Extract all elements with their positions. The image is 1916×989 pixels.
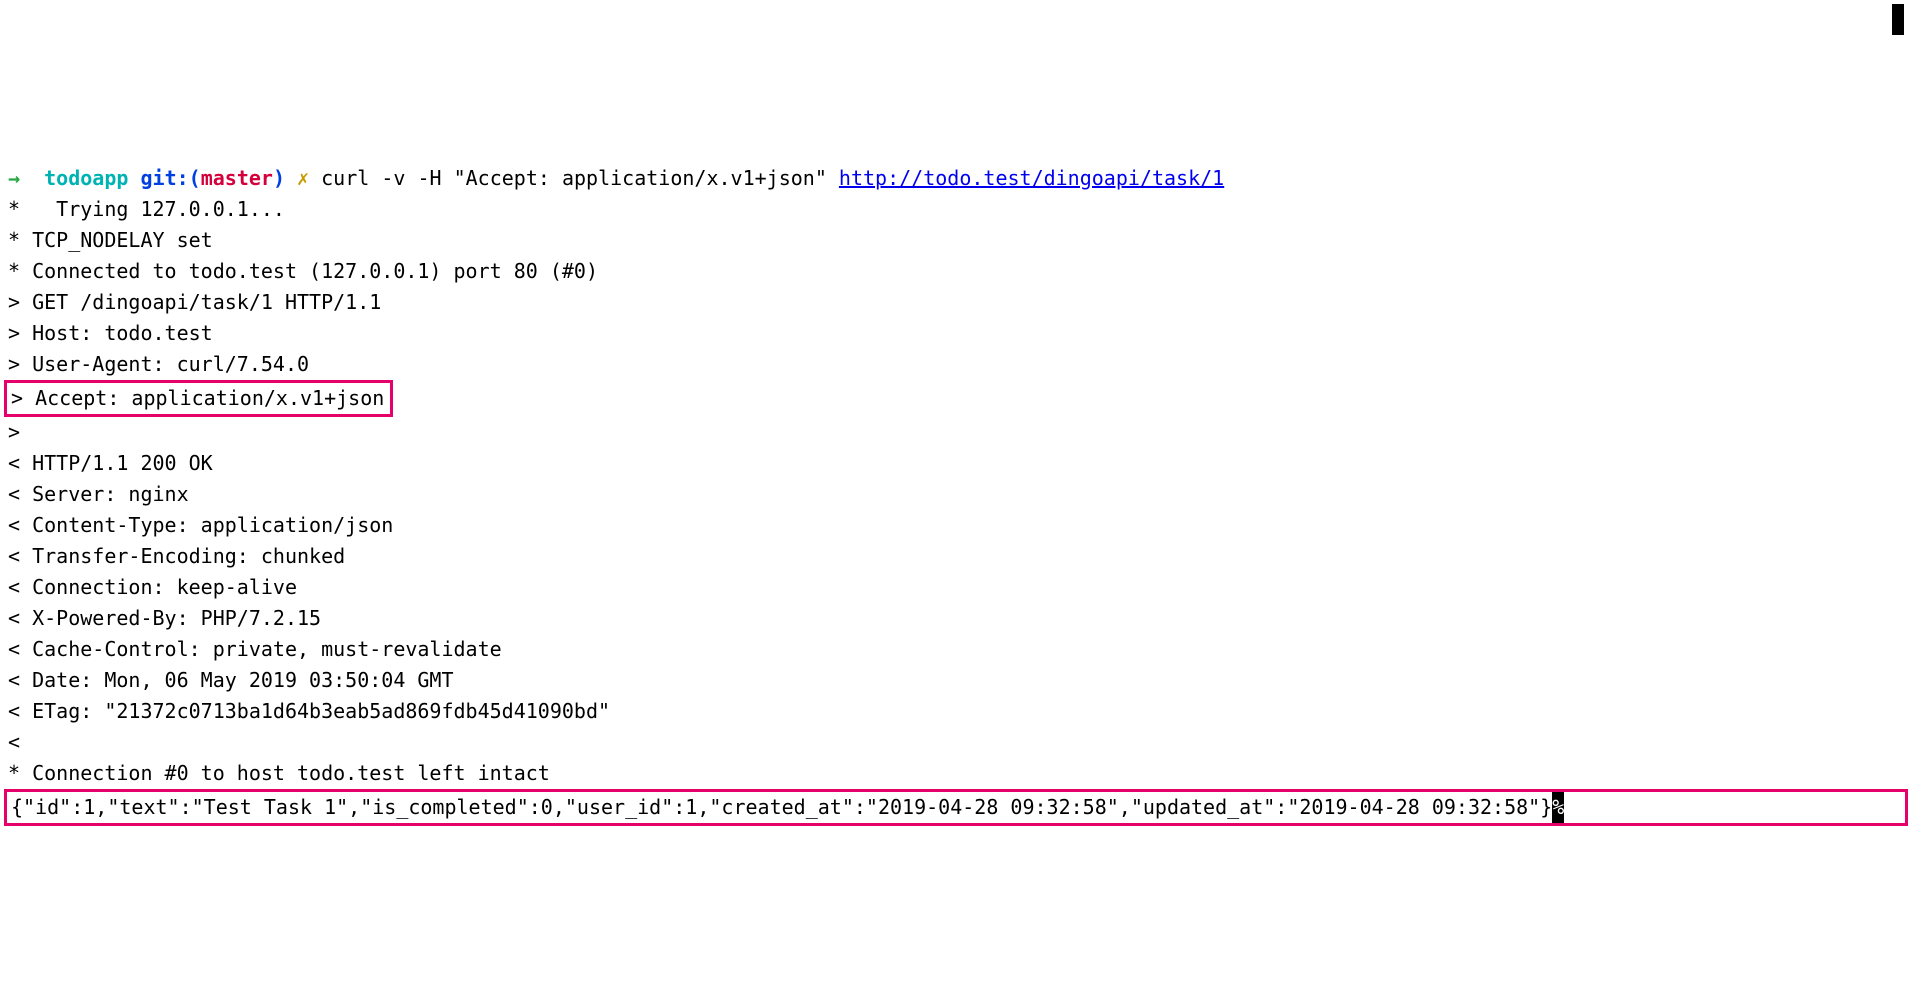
prompt-paren-open: (: [189, 166, 201, 190]
output-line: < Connection: keep-alive: [8, 575, 297, 599]
prompt-git-branch: master: [201, 166, 273, 190]
output-line: * Connection #0 to host todo.test left i…: [8, 761, 550, 785]
prompt-arrow: →: [8, 166, 20, 190]
output-line: > Host: todo.test: [8, 321, 213, 345]
output-line: < Content-Type: application/json: [8, 513, 393, 537]
prompt-dir: todoapp: [44, 166, 128, 190]
output-line: < Cache-Control: private, must-revalidat…: [8, 637, 502, 661]
output-line: < Transfer-Encoding: chunked: [8, 544, 345, 568]
output-line: > User-Agent: curl/7.54.0: [8, 352, 309, 376]
json-body: {"id":1,"text":"Test Task 1","is_complet…: [11, 795, 1552, 819]
output-line: * Connected to todo.test (127.0.0.1) por…: [8, 259, 598, 283]
prompt-paren-close: ): [273, 166, 285, 190]
output-line: < ETag: "21372c0713ba1d64b3eab5ad869fdb4…: [8, 699, 610, 723]
output-line: * TCP_NODELAY set: [8, 228, 213, 252]
output-line: * Trying 127.0.0.1...: [8, 197, 285, 221]
highlight-accept-header: > Accept: application/x.v1+json: [4, 380, 393, 417]
command-text: curl -v -H "Accept: application/x.v1+jso…: [321, 166, 839, 190]
command-url[interactable]: http://todo.test/dingoapi/task/1: [839, 166, 1224, 190]
prompt-git-label: git:: [140, 166, 188, 190]
output-line: < HTTP/1.1 200 OK: [8, 451, 213, 475]
terminal-output: → todoapp git:(master) ✗ curl -v -H "Acc…: [8, 163, 1908, 826]
prompt-dirty-icon: ✗: [297, 166, 309, 190]
output-line: > GET /dingoapi/task/1 HTTP/1.1: [8, 290, 381, 314]
percent-cursor: %: [1552, 792, 1564, 823]
output-line: < X-Powered-By: PHP/7.2.15: [8, 606, 321, 630]
output-line: < Server: nginx: [8, 482, 189, 506]
cursor-block: [1892, 4, 1904, 35]
output-line: < Date: Mon, 06 May 2019 03:50:04 GMT: [8, 668, 454, 692]
output-line: >: [8, 420, 20, 444]
highlight-json-response: {"id":1,"text":"Test Task 1","is_complet…: [4, 789, 1908, 826]
output-line: <: [8, 730, 20, 754]
